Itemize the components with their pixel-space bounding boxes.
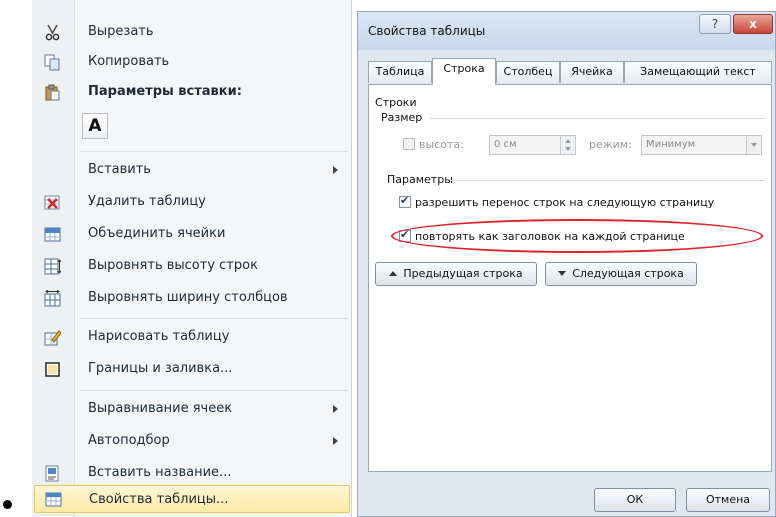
merge-cells-icon	[44, 226, 61, 243]
menu-item-label: Вставить название...	[88, 465, 232, 480]
group-divider	[429, 118, 765, 119]
height-label: высота:	[419, 138, 464, 151]
group-divider	[451, 180, 765, 181]
tab-column[interactable]: Столбец	[496, 61, 560, 83]
list-bullet	[3, 500, 12, 509]
menu-item-label: Удалить таблицу	[88, 194, 206, 209]
menu-item-cut[interactable]: Вырезать	[32, 17, 350, 47]
next-row-label: Следующая строка	[572, 267, 684, 280]
clipboard-icon	[44, 84, 61, 101]
submenu-arrow-icon	[333, 166, 338, 174]
caption-icon	[44, 465, 61, 482]
menu-separator	[80, 151, 348, 152]
menu-item-draw-table[interactable]: Нарисовать таблицу	[32, 322, 350, 352]
allow-row-break-checkbox[interactable]	[399, 194, 411, 208]
row-tab-panel: Строки Размер высота: 0 см режим: Миниму…	[368, 84, 772, 472]
arrow-down-icon	[558, 271, 567, 276]
borders-icon	[44, 361, 61, 378]
menu-item-distribute-rows[interactable]: Выровнять высоту строк	[32, 251, 350, 281]
dialog-title: Свойства таблицы	[368, 24, 486, 38]
table-properties-icon	[45, 491, 62, 508]
pencil-table-icon	[44, 329, 61, 346]
distribute-rows-icon	[44, 258, 61, 275]
menu-separator	[80, 390, 348, 391]
tab-alt-text[interactable]: Замещающий текст	[624, 61, 772, 83]
group-params-label: Параметры	[387, 173, 453, 186]
mode-label: режим:	[589, 138, 632, 151]
menu-item-label: Автоподбор	[88, 433, 170, 448]
menu-item-label: Параметры вставки:	[88, 84, 242, 99]
height-input[interactable]: 0 см	[489, 135, 561, 155]
menu-item-label: Нарисовать таблицу	[88, 329, 230, 344]
tab-table[interactable]: Таблица	[368, 61, 432, 83]
copy-icon	[44, 54, 61, 71]
submenu-arrow-icon	[333, 437, 338, 445]
menu-item-insert-caption[interactable]: Вставить название...	[32, 458, 350, 488]
menu-item-label: Вырезать	[88, 24, 154, 39]
highlight-ellipse	[391, 219, 763, 253]
dialog-titlebar[interactable]: Свойства таблицы ? x	[358, 12, 775, 50]
menu-item-label: Объединить ячейки	[88, 226, 226, 241]
tab-row[interactable]: Строка	[432, 58, 496, 85]
table-properties-dialog: Свойства таблицы ? x Таблица Строка Стол…	[357, 11, 776, 517]
menu-item-cell-alignment[interactable]: Выравнивание ячеек	[32, 394, 350, 424]
prev-row-label: Предыдущая строка	[403, 267, 523, 280]
scissors-icon	[44, 24, 61, 41]
distribute-columns-icon	[44, 290, 61, 307]
menu-item-insert[interactable]: Вставить	[32, 155, 350, 185]
menu-item-label: Выровнять ширину столбцов	[88, 290, 288, 305]
menu-item-paste-options: Параметры вставки:	[32, 77, 350, 107]
menu-item-merge-cells[interactable]: Объединить ячейки	[32, 219, 350, 249]
menu-item-distribute-columns[interactable]: Выровнять ширину столбцов	[32, 283, 350, 313]
menu-item-label: Свойства таблицы...	[89, 492, 229, 507]
dialog-tabs: Таблица Строка Столбец Ячейка Замещающий…	[368, 58, 772, 85]
next-row-button[interactable]: Следующая строка	[545, 262, 697, 286]
menu-item-label: Выравнивание ячеек	[88, 401, 233, 416]
delete-table-icon	[44, 194, 61, 211]
menu-item-label: Вставить	[88, 162, 151, 177]
menu-item-borders-shading[interactable]: Границы и заливка...	[32, 354, 350, 384]
chevron-down-icon[interactable]	[746, 135, 762, 155]
section-rows-label: Строки	[375, 96, 417, 109]
menu-item-autofit[interactable]: Автоподбор	[32, 426, 350, 456]
menu-item-delete-table[interactable]: Удалить таблицу	[32, 187, 350, 217]
allow-row-break-label: разрешить перенос строк на следующую стр…	[415, 196, 715, 209]
help-button[interactable]: ?	[699, 14, 731, 34]
height-checkbox[interactable]	[403, 138, 415, 150]
context-menu: Вырезать Копировать Параметры вставки: A…	[32, 0, 352, 517]
menu-item-label: Границы и заливка...	[88, 361, 233, 376]
cancel-button[interactable]: Отмена	[686, 488, 770, 512]
mode-select[interactable]: Минимум	[641, 135, 747, 155]
menu-separator	[80, 318, 348, 319]
prev-row-button[interactable]: Предыдущая строка	[375, 262, 537, 286]
ok-button[interactable]: ОК	[594, 488, 676, 512]
close-button[interactable]: x	[733, 14, 773, 34]
submenu-arrow-icon	[333, 405, 338, 413]
tab-cell[interactable]: Ячейка	[560, 61, 624, 83]
height-spinner[interactable]	[560, 135, 576, 155]
menu-item-label: Копировать	[88, 54, 170, 69]
group-size-label: Размер	[381, 111, 423, 124]
menu-item-label: Выровнять высоту строк	[88, 258, 258, 273]
menu-item-table-properties[interactable]: Свойства таблицы...	[34, 485, 350, 513]
menu-item-copy[interactable]: Копировать	[32, 47, 350, 77]
paste-keep-text-button[interactable]: A	[82, 113, 108, 139]
arrow-up-icon	[389, 271, 398, 276]
